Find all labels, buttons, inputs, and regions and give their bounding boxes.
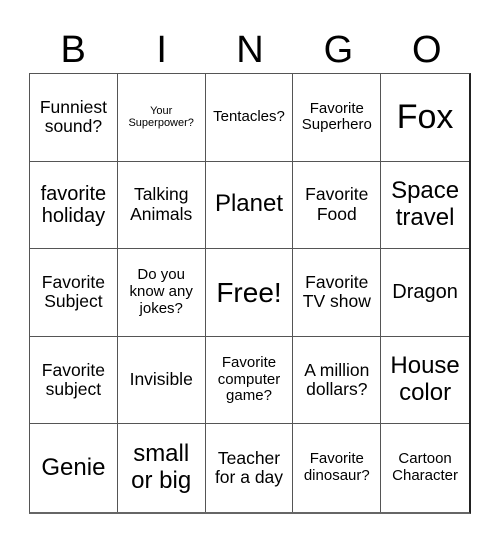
header-letter-n: N (236, 29, 264, 71)
header-letter-o: O (412, 29, 442, 71)
bingo-cell[interactable]: Fox (381, 74, 469, 162)
bingo-cell[interactable]: Favorite TV show (293, 249, 382, 337)
bingo-cell[interactable]: Planet (205, 161, 294, 250)
bingo-cell[interactable]: Teacher for a day (206, 424, 294, 512)
free-space-cell[interactable]: Free! (205, 249, 294, 337)
bingo-cell[interactable]: Do you know any jokes? (117, 249, 206, 337)
bingo-cell[interactable]: Funniest sound? (30, 74, 118, 162)
bingo-cell[interactable]: small or big (118, 424, 206, 512)
bingo-cell[interactable]: Tentacles? (205, 74, 294, 162)
bingo-grid: Funniest sound? Your Superpower? Tentacl… (29, 73, 471, 514)
bingo-cell[interactable]: Talking Animals (117, 161, 206, 250)
bingo-cell[interactable]: Your Superpower? (117, 74, 206, 162)
bingo-cell[interactable]: favorite holiday (30, 161, 118, 250)
bingo-cell[interactable]: Favorite subject (30, 336, 118, 425)
bingo-cell[interactable]: Cartoon Character (381, 424, 469, 512)
bingo-cell[interactable]: Favorite computer game? (205, 336, 294, 425)
bingo-cell[interactable]: Favorite dinosaur? (293, 424, 382, 512)
bingo-cell[interactable]: House color (381, 337, 469, 425)
header-letter-i: I (156, 29, 167, 71)
bingo-cell[interactable]: Dragon (381, 249, 469, 337)
bingo-cell[interactable]: Space travel (381, 162, 469, 250)
bingo-cell[interactable]: Favorite Food (293, 161, 382, 250)
bingo-cell[interactable]: A million dollars? (293, 336, 382, 425)
bingo-cell[interactable]: Favorite Superhero (293, 74, 382, 162)
bingo-header: B I N G O (29, 26, 471, 74)
header-letter-b: B (60, 29, 86, 71)
header-letter-g: G (323, 29, 354, 71)
bingo-cell[interactable]: Favorite Subject (30, 249, 118, 337)
bingo-cell[interactable]: Invisible (117, 336, 206, 425)
bingo-cell[interactable]: Genie (30, 424, 118, 512)
